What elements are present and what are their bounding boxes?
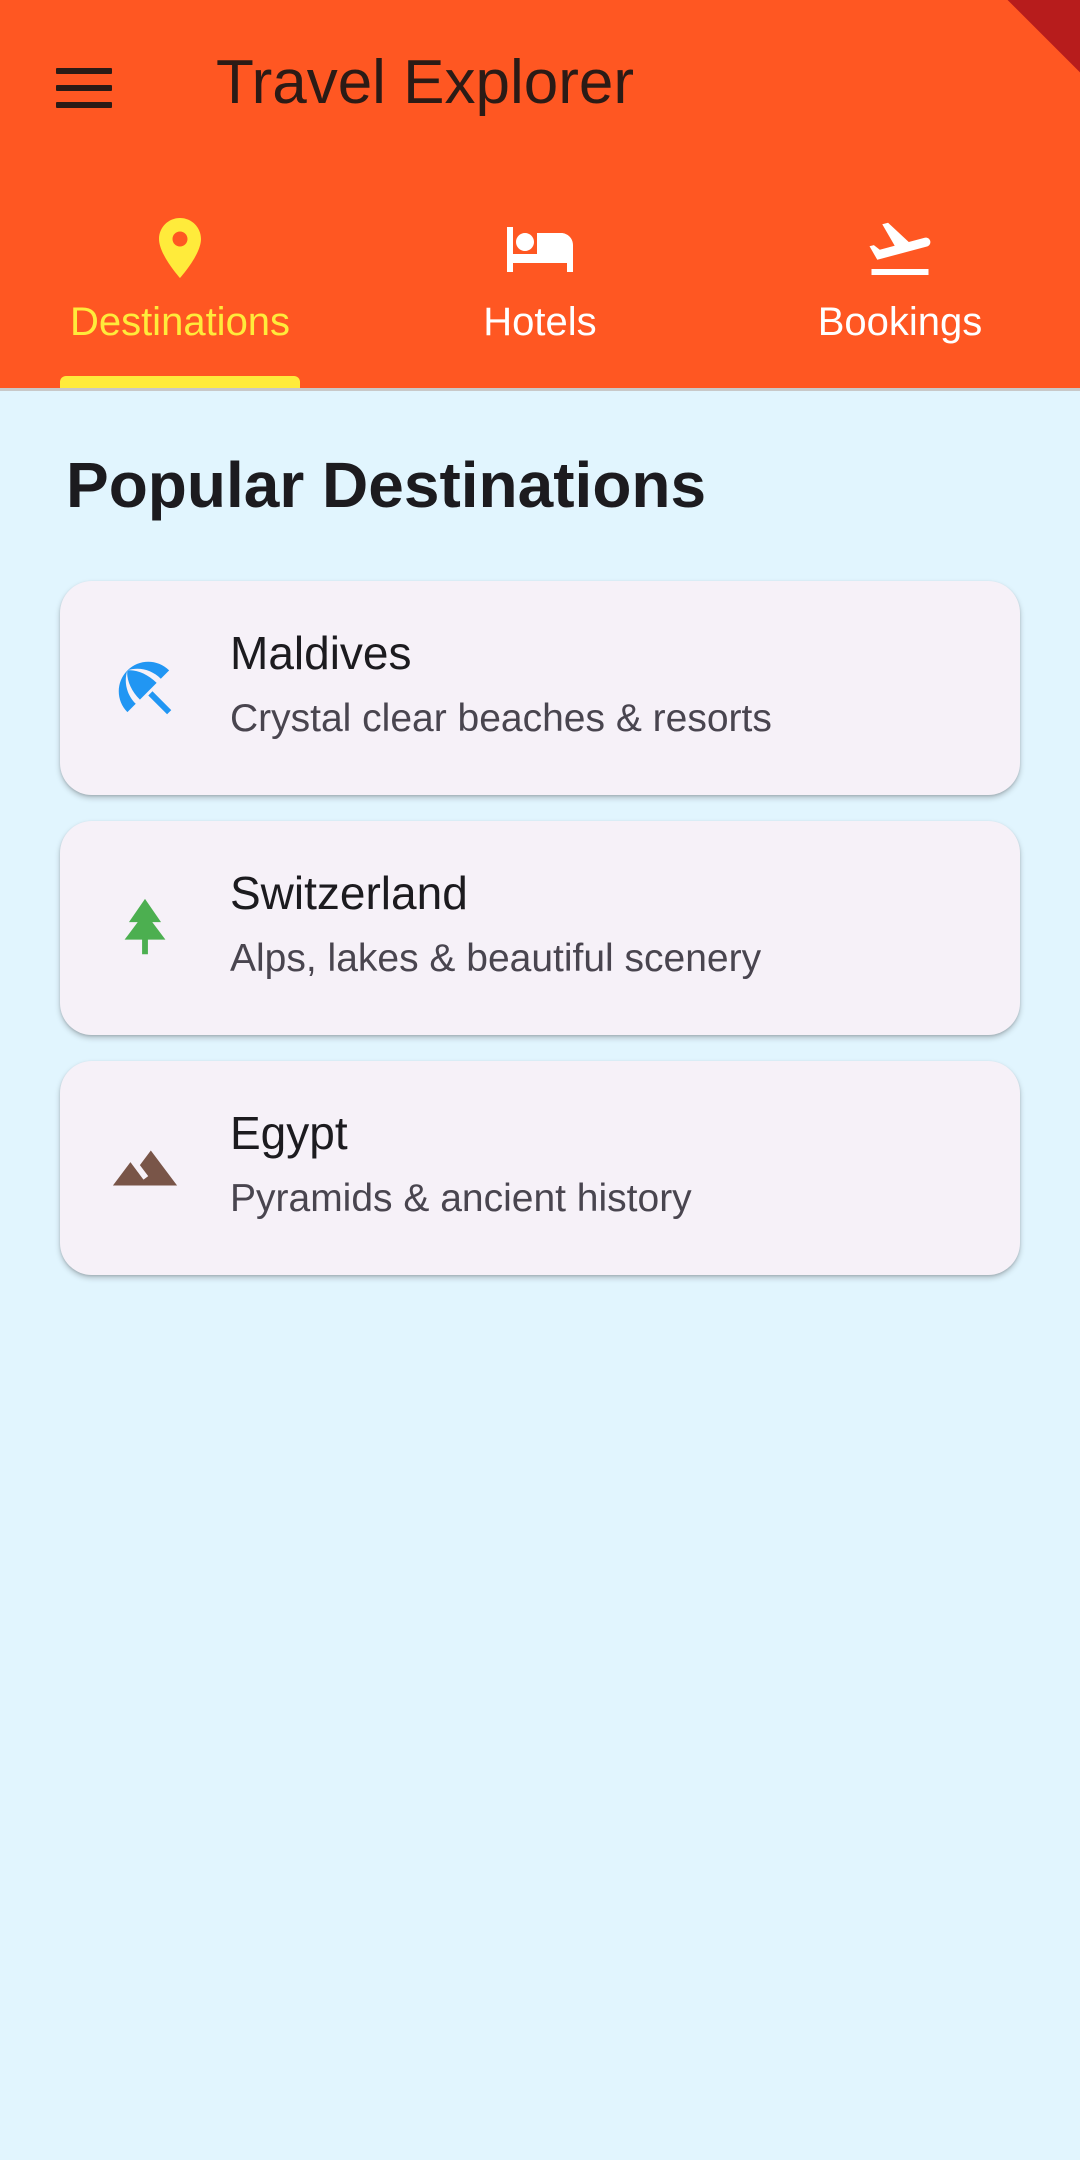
tab-label-bookings: Bookings (817, 300, 983, 344)
destination-card-egypt[interactable]: Egypt Pyramids & ancient history (60, 1061, 1020, 1275)
landscape-icon (112, 1150, 178, 1186)
destination-name: Switzerland (230, 867, 468, 919)
destination-card-maldives[interactable]: Maldives Crystal clear beaches & resorts (60, 581, 1020, 795)
destination-description: Crystal clear beaches & resorts (230, 697, 772, 740)
flight-takeoff-icon (869, 222, 931, 275)
tab-bookings[interactable]: Bookings (720, 196, 1080, 388)
beach-umbrella-icon (118, 661, 172, 715)
bed-icon (507, 227, 573, 272)
active-tab-indicator (60, 376, 300, 388)
destination-name: Maldives (230, 627, 412, 679)
tab-bar: Destinations Hotels Bookings (0, 196, 1080, 388)
pine-tree-icon (124, 898, 166, 955)
app-title: Travel Explorer (216, 48, 635, 117)
tab-label-destinations: Destinations (69, 300, 291, 344)
destination-description: Alps, lakes & beautiful scenery (230, 937, 762, 980)
tab-hotels[interactable]: Hotels (360, 196, 720, 388)
section-title: Popular Destinations (66, 449, 707, 521)
main-content: Popular Destinations Maldives Crystal cl… (0, 391, 1080, 2160)
destination-list: Maldives Crystal clear beaches & resorts… (60, 581, 1020, 1301)
tab-destinations[interactable]: Destinations (0, 196, 360, 388)
location-pin-icon (159, 218, 201, 278)
menu-button[interactable] (40, 44, 128, 132)
tab-label-hotels: Hotels (483, 300, 597, 344)
menu-icon (56, 68, 112, 108)
app-bar: Travel Explorer Destinations Hotels Book… (0, 0, 1080, 388)
toolbar: Travel Explorer (0, 0, 1080, 168)
destination-card-switzerland[interactable]: Switzerland Alps, lakes & beautiful scen… (60, 821, 1020, 1035)
destination-name: Egypt (230, 1107, 348, 1159)
destination-description: Pyramids & ancient history (230, 1177, 692, 1220)
